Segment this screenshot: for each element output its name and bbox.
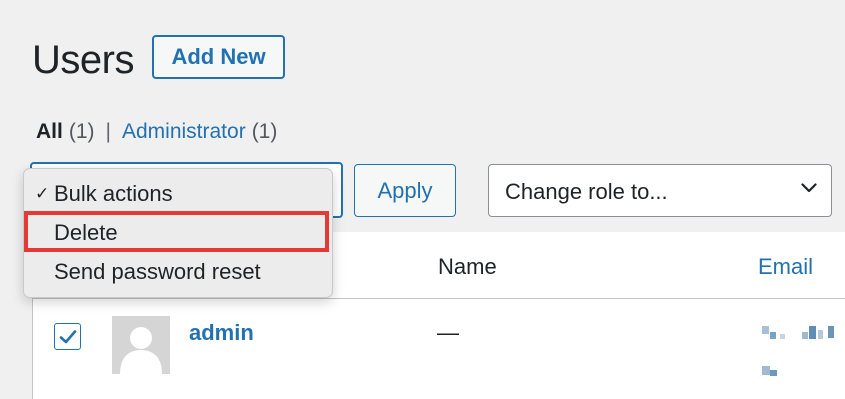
dropdown-option-send-password-reset[interactable]: Send password reset [24, 253, 332, 291]
option-label: Bulk actions [54, 181, 173, 206]
apply-button[interactable]: Apply [354, 164, 456, 217]
page-title: Users [32, 38, 134, 82]
check-icon [59, 329, 76, 343]
dropdown-option-bulk-actions[interactable]: ✓ Bulk actions [24, 175, 332, 213]
change-role-label: Change role to... [505, 179, 668, 204]
table-header-divider [32, 298, 845, 299]
filter-administrator-count: (1) [251, 120, 278, 143]
delete-option-highlight [24, 211, 329, 252]
column-header-email[interactable]: Email [758, 254, 813, 280]
column-header-name: Name [438, 254, 497, 279]
chevron-down-icon [801, 183, 817, 193]
check-icon: ✓ [35, 184, 50, 203]
user-role-filters: All (1) | Administrator (1) [36, 120, 277, 144]
user-name-cell: — [437, 320, 459, 345]
row-checkbox[interactable] [54, 323, 81, 350]
blurred-email [762, 326, 834, 376]
default-avatar-icon [112, 316, 170, 374]
filter-all[interactable]: All [36, 120, 63, 144]
filter-administrator[interactable]: Administrator [122, 120, 246, 144]
filter-all-count: (1) [68, 120, 95, 143]
option-label: Send password reset [54, 259, 261, 284]
user-login-link[interactable]: admin [189, 320, 254, 346]
change-role-select[interactable]: Change role to... [488, 164, 832, 217]
add-new-button[interactable]: Add New [152, 35, 285, 79]
filter-separator: | [105, 120, 111, 143]
